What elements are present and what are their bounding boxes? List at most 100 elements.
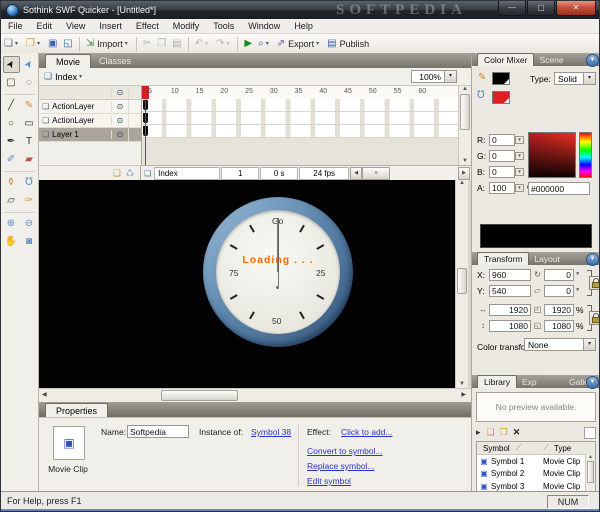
- menu-modify[interactable]: Modify: [166, 19, 207, 33]
- stage[interactable]: Go 25 75 50 Loading . . .: [39, 180, 456, 388]
- stroke-pencil-icon[interactable]: ✎: [478, 72, 486, 83]
- instance-name-input[interactable]: [127, 425, 189, 438]
- new-dropdown-icon[interactable]: ▾: [13, 40, 20, 47]
- color-transform-select[interactable]: None ▾: [524, 338, 596, 351]
- scrollbar-thumb[interactable]: [457, 268, 467, 294]
- oval-tool[interactable]: ○: [3, 115, 20, 132]
- frame-row[interactable]: [142, 99, 459, 112]
- scroll-down-icon[interactable]: ▼: [459, 158, 471, 164]
- cut-button[interactable]: ✂: [140, 36, 154, 52]
- timeline-zoom-select[interactable]: 100% ▾: [411, 70, 457, 83]
- frame-grid[interactable]: [142, 99, 459, 138]
- zoom-in-tool[interactable]: ⊕: [3, 215, 20, 232]
- scroll-right-icon[interactable]: ▶: [458, 166, 470, 180]
- layer-name[interactable]: ActionLayer: [52, 102, 111, 111]
- frame-row[interactable]: [142, 112, 459, 125]
- hue-strip[interactable]: [579, 132, 592, 178]
- eye-column-icon[interactable]: ⊙: [111, 88, 128, 97]
- delete-symbol-icon[interactable]: ✕: [513, 427, 521, 438]
- playhead-line[interactable]: [145, 86, 146, 165]
- delete-layer-icon[interactable]: ♺: [126, 168, 134, 179]
- export-dropdown-icon[interactable]: ▾: [314, 40, 321, 47]
- transform-select-tool[interactable]: ▢: [3, 74, 20, 91]
- symbol-name[interactable]: Symbol 1: [491, 457, 543, 466]
- hex-color-input[interactable]: [528, 182, 590, 195]
- scroll-up-icon[interactable]: ▲: [459, 86, 471, 92]
- layer-name[interactable]: ActionLayer: [52, 116, 111, 125]
- fill-type-select[interactable]: Solid ▾: [554, 72, 596, 85]
- frames-area[interactable]: 5 10 15 20 25 30 35 40 45 50 55 60 ▲ ▼: [142, 86, 471, 165]
- import-button[interactable]: ⇲ Import ▾: [83, 36, 133, 52]
- convert-to-symbol-link[interactable]: Convert to symbol...: [307, 446, 383, 456]
- select-tool[interactable]: ➤: [2, 56, 20, 73]
- timeline-hscroll-thumb[interactable]: ≡: [362, 166, 391, 180]
- eraser-tool[interactable]: ▰: [21, 151, 38, 168]
- zoom-out-tool[interactable]: ⊖: [21, 215, 38, 232]
- publish-button[interactable]: ▤ Publish: [324, 36, 372, 52]
- close-button[interactable]: ✕: [556, 1, 596, 16]
- save-all-button[interactable]: ◱: [60, 36, 75, 52]
- layer-row-actionlayer-1[interactable]: ❏ ActionLayer ⊙: [39, 100, 141, 114]
- blue-spinner-icon[interactable]: ▾: [515, 168, 524, 176]
- tab-color-mixer[interactable]: Color Mixer: [477, 53, 535, 66]
- alpha-input[interactable]: [489, 182, 515, 194]
- symbol-column-header[interactable]: Symbol: [483, 444, 510, 453]
- scroll-right-icon[interactable]: ▶: [461, 391, 466, 398]
- maximize-button[interactable]: ▢: [527, 1, 555, 16]
- height-input[interactable]: [489, 319, 531, 332]
- width-input[interactable]: [489, 303, 531, 316]
- redo-button[interactable]: ↷ ▾: [213, 36, 234, 52]
- frame-row[interactable]: [142, 125, 459, 138]
- scroll-up-icon[interactable]: ▲: [586, 454, 595, 460]
- y-input[interactable]: [489, 284, 531, 297]
- symbol-name[interactable]: Symbol 3: [491, 482, 543, 491]
- scale-width-input[interactable]: [544, 303, 574, 316]
- library-row-symbol2[interactable]: ▣ Symbol 2 Movie Clip: [477, 468, 595, 481]
- paste-button[interactable]: ▤: [169, 36, 184, 52]
- fill-type-dropdown-icon[interactable]: ▾: [583, 73, 595, 84]
- menu-file[interactable]: File: [1, 19, 30, 33]
- eyedropper-tool[interactable]: ✑: [21, 192, 38, 209]
- clock-graphic[interactable]: Go 25 75 50 Loading . . .: [203, 197, 353, 347]
- tab-movie[interactable]: Movie: [45, 54, 92, 68]
- rectangle-tool[interactable]: ▭: [21, 115, 38, 132]
- fill-bucket-icon[interactable]: ℧: [477, 90, 485, 101]
- menu-view[interactable]: View: [59, 19, 92, 33]
- skew-input[interactable]: [544, 284, 574, 297]
- menu-edit[interactable]: Edit: [30, 19, 60, 33]
- scrollbar-thumb[interactable]: [587, 461, 594, 483]
- layer-name[interactable]: Layer 1: [52, 130, 111, 139]
- rotate-input[interactable]: [544, 268, 574, 281]
- paint-bucket-tool[interactable]: ℧: [21, 174, 38, 191]
- new-button[interactable]: ❏ ▾: [1, 36, 23, 52]
- line-tool[interactable]: ╱: [3, 97, 20, 114]
- type-column-header[interactable]: Type: [554, 444, 571, 453]
- fill-color-swatch[interactable]: [492, 91, 510, 104]
- fill-lock-tool[interactable]: ◙: [21, 233, 38, 250]
- blue-input[interactable]: [489, 166, 515, 178]
- layer-visibility-icon[interactable]: ⊙: [111, 116, 128, 125]
- tab-transform[interactable]: Transform: [477, 252, 530, 265]
- layer-visibility-icon[interactable]: ⊙: [111, 102, 128, 111]
- green-spinner-icon[interactable]: ▾: [515, 152, 524, 160]
- timeline-ruler[interactable]: 5 10 15 20 25 30 35 40 45 50 55 60: [142, 86, 459, 100]
- export-button[interactable]: ⇗ Export ▾: [274, 36, 324, 52]
- scroll-down-icon[interactable]: ▼: [456, 381, 468, 387]
- copy-button[interactable]: ❐: [154, 36, 169, 52]
- library-row-symbol1[interactable]: ▣ Symbol 1 Movie Clip: [477, 455, 595, 468]
- stroke-color-swatch[interactable]: [492, 72, 510, 85]
- tab-movie-explorer[interactable]: Movie Exp: [517, 364, 564, 388]
- new-symbol-icon[interactable]: ❏: [487, 427, 495, 438]
- brush-tool[interactable]: ✐: [3, 151, 20, 168]
- layer-row-actionlayer-2[interactable]: ❏ ActionLayer ⊙: [39, 114, 141, 128]
- open-dropdown-icon[interactable]: ▾: [35, 40, 42, 47]
- canvas-vertical-scrollbar[interactable]: ▲ ▼: [455, 180, 468, 388]
- tab-scene[interactable]: Scene: [534, 54, 568, 66]
- scene-dropdown-icon[interactable]: ▾: [77, 73, 84, 80]
- undo-dropdown-icon[interactable]: ▾: [203, 40, 210, 47]
- hand-tool[interactable]: ✋: [3, 233, 20, 250]
- replace-symbol-link[interactable]: Replace symbol...: [307, 461, 375, 471]
- symbol-name[interactable]: Symbol 2: [491, 469, 543, 478]
- scrollbar-thumb[interactable]: [161, 390, 238, 401]
- scroll-left-icon[interactable]: ◀: [350, 166, 363, 180]
